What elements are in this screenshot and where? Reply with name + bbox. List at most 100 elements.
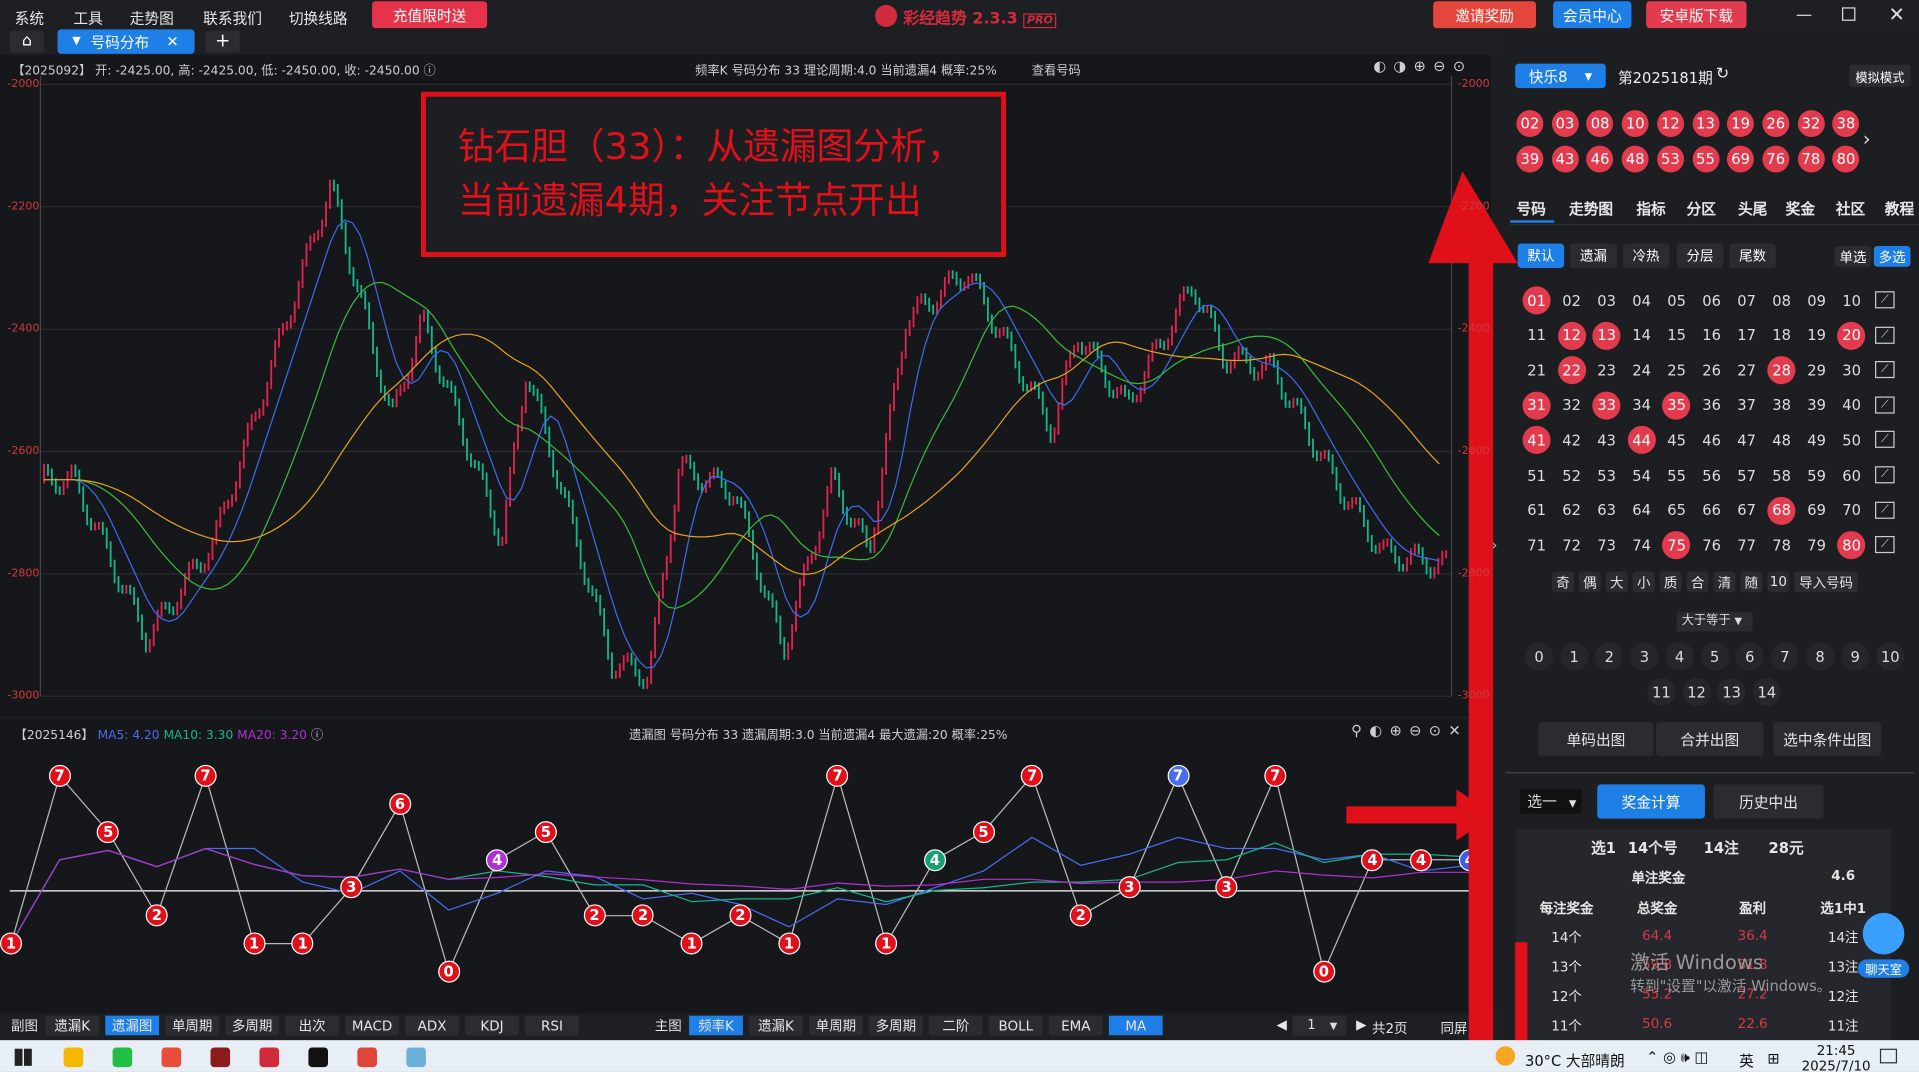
history-button[interactable]: 历史中出	[1713, 784, 1824, 819]
number-27[interactable]: 27	[1733, 356, 1761, 384]
action-2[interactable]: 选中条件出图	[1773, 721, 1882, 757]
weather-icon[interactable]	[1495, 1046, 1516, 1066]
number-62[interactable]: 62	[1558, 496, 1586, 524]
filter-7[interactable]: 随	[1740, 571, 1763, 593]
taskbar-app-icon[interactable]	[161, 1047, 182, 1068]
count-5[interactable]: 5	[1700, 642, 1729, 671]
number-74[interactable]: 74	[1628, 531, 1656, 559]
row-trend-icon[interactable]: ⟋	[1875, 501, 1895, 519]
member-center-button[interactable]: 会员中心	[1553, 1, 1632, 29]
number-76[interactable]: 76	[1698, 531, 1726, 559]
number-13[interactable]: 13	[1592, 321, 1621, 350]
tab-number-distribution[interactable]: ▼ 号码分布 ✕	[57, 29, 195, 54]
number-58[interactable]: 58	[1768, 461, 1796, 489]
page-prev-icon[interactable]: ◀	[1277, 1017, 1287, 1033]
number-20[interactable]: 20	[1837, 321, 1866, 350]
subtab-2[interactable]: 冷热	[1622, 243, 1670, 268]
number-15[interactable]: 15	[1663, 321, 1691, 349]
number-29[interactable]: 29	[1803, 356, 1831, 384]
count-7[interactable]: 7	[1770, 642, 1799, 671]
subtab-3[interactable]: 分层	[1676, 243, 1724, 268]
number-44[interactable]: 44	[1627, 426, 1656, 455]
number-72[interactable]: 72	[1558, 531, 1586, 559]
tab-2[interactable]: 指标	[1636, 198, 1665, 219]
number-34[interactable]: 34	[1628, 391, 1656, 419]
bottom-right-7[interactable]: EMA	[1048, 1015, 1103, 1036]
filter-1[interactable]: 偶	[1578, 571, 1601, 593]
refresh-icon[interactable]: ↻	[1716, 65, 1729, 83]
bottom-right-5[interactable]: 二阶	[928, 1015, 983, 1036]
number-17[interactable]: 17	[1733, 321, 1761, 349]
menu-1[interactable]: 工具	[73, 7, 102, 28]
filter-2[interactable]: 大	[1605, 571, 1628, 593]
number-09[interactable]: 09	[1803, 286, 1831, 314]
number-26[interactable]: 26	[1698, 356, 1726, 384]
action-0[interactable]: 单码出图	[1538, 721, 1654, 757]
count-11[interactable]: 11	[1647, 677, 1676, 707]
restore-icon[interactable]	[1841, 7, 1856, 21]
windows-start-icon[interactable]	[14, 1048, 32, 1066]
number-04[interactable]: 04	[1628, 286, 1656, 314]
number-12[interactable]: 12	[1557, 321, 1586, 350]
taskbar-app-icon[interactable]	[406, 1047, 426, 1068]
number-06[interactable]: 06	[1698, 286, 1726, 314]
number-65[interactable]: 65	[1663, 496, 1691, 524]
number-39[interactable]: 39	[1803, 391, 1831, 419]
multi-select-button[interactable]: 多选	[1873, 245, 1911, 267]
chat-room-button[interactable]: 聊天室	[1857, 912, 1910, 979]
number-22[interactable]: 22	[1557, 356, 1586, 385]
filter-0[interactable]: 奇	[1551, 571, 1574, 593]
subtab-4[interactable]: 尾数	[1729, 243, 1776, 268]
tab-4[interactable]: 头尾	[1738, 198, 1767, 219]
taskbar-app-icon[interactable]	[210, 1047, 231, 1068]
bottom-left-4[interactable]: 多周期	[225, 1015, 280, 1036]
row-trend-icon[interactable]: ⟋	[1875, 396, 1895, 414]
number-54[interactable]: 54	[1628, 461, 1656, 489]
action-1[interactable]: 合并出图	[1655, 721, 1764, 757]
row-trend-icon[interactable]: ⟋	[1875, 466, 1895, 484]
number-64[interactable]: 64	[1628, 496, 1656, 524]
number-59[interactable]: 59	[1803, 461, 1831, 489]
tab-3[interactable]: 分区	[1687, 198, 1716, 219]
bottom-left-5[interactable]: 出次	[285, 1015, 340, 1036]
number-19[interactable]: 19	[1803, 321, 1831, 349]
bottom-left-7[interactable]: ADX	[405, 1015, 459, 1036]
filter-5[interactable]: 合	[1686, 571, 1709, 593]
weather-text[interactable]: 30°C 大部晴朗	[1525, 1050, 1625, 1071]
number-36[interactable]: 36	[1698, 391, 1726, 419]
number-77[interactable]: 77	[1733, 531, 1761, 559]
bottom-right-6[interactable]: BOLL	[988, 1015, 1043, 1036]
number-63[interactable]: 63	[1593, 496, 1621, 524]
filter-4[interactable]: 质	[1659, 571, 1682, 593]
bottom-right-3[interactable]: 单周期	[808, 1015, 863, 1036]
number-40[interactable]: 40	[1838, 391, 1866, 419]
taskbar-app-icon[interactable]	[357, 1047, 377, 1068]
taskbar-app-icon[interactable]	[308, 1047, 329, 1068]
number-38[interactable]: 38	[1768, 391, 1796, 419]
ime-icon[interactable]: ⊞	[1767, 1050, 1779, 1067]
home-icon[interactable]: ⌂	[9, 30, 45, 53]
number-70[interactable]: 70	[1838, 496, 1866, 524]
android-download-button[interactable]: 安卓版下载	[1646, 1, 1747, 29]
page-select[interactable]: 1 ▼	[1292, 1015, 1347, 1036]
row-trend-icon[interactable]: ⟋	[1875, 326, 1895, 344]
count-10[interactable]: 10	[1876, 642, 1905, 671]
chart-tool-icons[interactable]: ◐◑⊕⊖⊙	[1373, 58, 1472, 75]
tray-icons[interactable]: ⌃ ◎ 🕪 ◫	[1646, 1049, 1708, 1067]
number-53[interactable]: 53	[1593, 461, 1621, 489]
number-47[interactable]: 47	[1733, 426, 1761, 454]
number-67[interactable]: 67	[1733, 496, 1761, 524]
bottom-left-6[interactable]: MACD	[345, 1015, 399, 1036]
count-6[interactable]: 6	[1735, 642, 1764, 671]
bottom-left-2[interactable]: 遗漏图	[105, 1015, 160, 1036]
number-37[interactable]: 37	[1733, 391, 1761, 419]
language-indicator[interactable]: 英	[1739, 1050, 1754, 1071]
menu-4[interactable]: 切换线路	[289, 7, 348, 28]
count-12[interactable]: 12	[1682, 677, 1711, 707]
number-24[interactable]: 24	[1628, 356, 1656, 384]
tab-5[interactable]: 奖金	[1786, 198, 1815, 219]
number-02[interactable]: 02	[1558, 286, 1586, 314]
simulate-mode-button[interactable]: 模拟模式	[1849, 64, 1911, 87]
close-icon[interactable]: ✕	[1888, 2, 1904, 25]
new-tab-button[interactable]: +	[205, 30, 240, 53]
